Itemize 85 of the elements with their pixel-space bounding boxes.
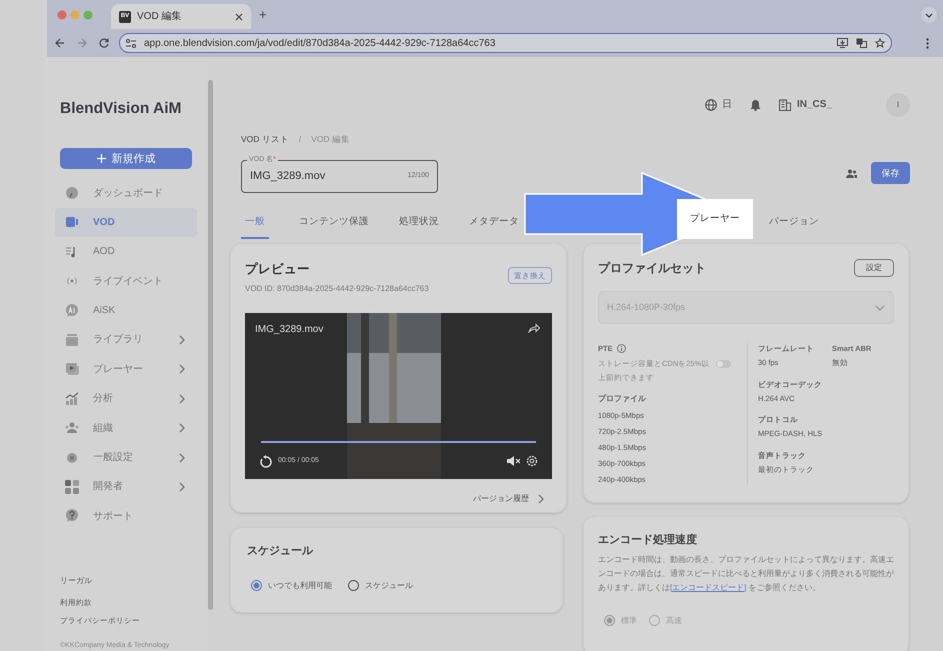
stack-icon: [65, 332, 79, 347]
chat-bubble-icon: [65, 304, 79, 318]
settings-icon[interactable]: [526, 455, 538, 468]
address-bar[interactable]: app.one.blendvision.com/ja/vod/edit/870d384a-2025-4442-929c-7128a64cc763: [119, 33, 892, 53]
create-button[interactable]: 新規作成: [60, 148, 192, 170]
profiles-label: プロファイル: [598, 393, 647, 406]
pte-toggle[interactable]: [716, 360, 731, 368]
chevron-right-icon: [178, 364, 185, 374]
chevron-right-icon: [178, 394, 185, 404]
organization-name[interactable]: IN_CS_: [796, 97, 832, 112]
card-title: エンコード処理速度: [597, 532, 698, 548]
reload-icon[interactable]: [99, 38, 109, 48]
tab[interactable]: 処理状況: [399, 214, 439, 239]
grid-icon: [65, 480, 79, 494]
plus-icon: [96, 154, 106, 164]
footer-link[interactable]: リーガル: [60, 575, 197, 587]
sidebar-item[interactable]: プレーヤー: [55, 354, 197, 384]
back-icon[interactable]: [55, 38, 65, 48]
site-settings-icon[interactable]: [126, 38, 136, 48]
close-icon[interactable]: [235, 12, 243, 20]
tab[interactable]: 一般: [241, 214, 269, 239]
progress-bar[interactable]: [261, 440, 536, 443]
sidebar-item[interactable]: ライブラリ: [55, 325, 197, 355]
more-icon[interactable]: [926, 38, 929, 48]
card-title: スケジュール: [246, 544, 314, 559]
sidebar-item[interactable]: サポート: [55, 502, 197, 531]
version-history-link[interactable]: バージョン履歴: [473, 492, 544, 505]
settings-icon: [65, 450, 79, 465]
chevron-down-icon: [875, 304, 885, 310]
card-title: プレビュー: [245, 261, 311, 278]
sidebar-item[interactable]: 組織: [55, 413, 197, 443]
sidebar-item[interactable]: AiSK: [55, 296, 197, 326]
video-icon: [65, 215, 79, 230]
language-label[interactable]: 日: [722, 97, 732, 112]
video-title: IMG_3289.mov: [255, 322, 324, 337]
people-icon: [65, 421, 79, 436]
breadcrumb-item: VOD 編集: [311, 133, 350, 146]
sidebar-item[interactable]: 一般設定: [55, 442, 197, 472]
sidebar-item[interactable]: 分析: [55, 384, 197, 414]
sidebar-item[interactable]: 開発者: [55, 472, 197, 502]
tab[interactable]: コンテンツ保護: [299, 214, 369, 239]
tab[interactable]: メタデータ: [469, 214, 519, 239]
schedule-option[interactable]: スケジュール: [348, 580, 413, 592]
install-icon[interactable]: [837, 38, 848, 48]
scrollbar-thumb[interactable]: [208, 80, 213, 610]
sidebar-item[interactable]: AOD: [55, 237, 197, 266]
globe-icon[interactable]: [704, 98, 717, 110]
help-icon: [65, 509, 79, 524]
building-icon[interactable]: [778, 98, 791, 110]
share-icon[interactable]: [528, 322, 540, 333]
settings-button[interactable]: 設定: [854, 259, 894, 277]
sidebar-item[interactable]: VOD: [55, 208, 197, 238]
info-icon[interactable]: [616, 344, 626, 354]
schedule-option[interactable]: いつでも利用可能: [251, 580, 332, 592]
mute-icon[interactable]: [507, 455, 520, 468]
app-logo: BlendVision AiM: [60, 99, 182, 119]
users-icon[interactable]: [846, 168, 857, 178]
save-button[interactable]: 保存: [871, 162, 910, 184]
radio-icon[interactable]: [348, 580, 359, 591]
dropdown-icon[interactable]: [921, 6, 937, 22]
card-title: プロファイルセット: [598, 260, 707, 277]
new-tab-button[interactable]: +: [259, 4, 267, 24]
chevron-right-icon: [537, 494, 544, 504]
bell-icon[interactable]: [750, 98, 761, 110]
sidebar-item[interactable]: ライブイベント: [55, 266, 197, 296]
replay-icon[interactable]: [259, 454, 272, 468]
chevron-right-icon: [178, 423, 185, 434]
translate-icon[interactable]: [856, 38, 867, 48]
avatar[interactable]: I: [886, 92, 910, 116]
chevron-right-icon: [178, 452, 185, 463]
star-icon[interactable]: [875, 38, 885, 48]
breadcrumb-separator: /: [298, 133, 302, 146]
tab[interactable]: プレーヤー: [677, 198, 753, 239]
breadcrumb-item[interactable]: VOD リスト: [241, 133, 289, 146]
gauge-icon: [65, 186, 79, 200]
chart-icon: [65, 392, 79, 406]
chevron-right-icon: [178, 334, 185, 345]
tab-title: VOD 編集: [137, 10, 182, 24]
play-window-icon: [65, 362, 79, 376]
sidebar-item[interactable]: ダッシュボード: [55, 178, 197, 208]
tab[interactable]: バージョン: [769, 214, 819, 239]
radio-icon[interactable]: [251, 580, 262, 591]
url-text: app.one.blendvision.com/ja/vod/edit/870d384a-2025-4442-929c-7128a64cc763: [144, 36, 496, 50]
chevron-right-icon: [178, 482, 185, 492]
vod-id-text: VOD ID: 870d384a-2025-4442-929c-7128a64cc763: [245, 282, 430, 295]
